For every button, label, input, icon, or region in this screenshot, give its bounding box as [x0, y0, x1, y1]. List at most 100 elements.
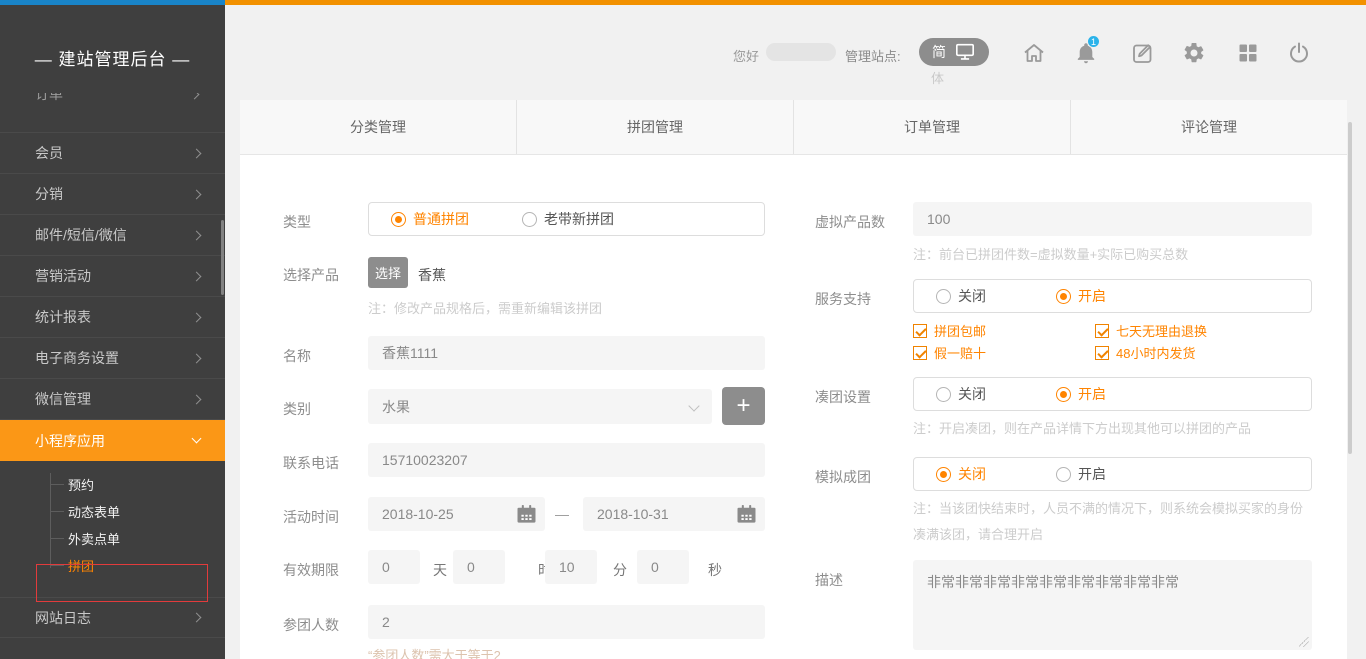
- start-date-input[interactable]: 2018-10-25: [368, 497, 545, 531]
- group-setting-note: 注：开启凑团，则在产品详情下方出现其他可以拼团的产品: [913, 418, 1251, 437]
- language-switch-pill[interactable]: 简: [919, 38, 989, 66]
- checkbox-free-shipping[interactable]: 拼团包邮: [913, 321, 986, 340]
- people-note: “参团人数”需大于等于2: [368, 645, 501, 659]
- submenu-item-booking[interactable]: 预约: [0, 471, 225, 498]
- description-label: 描述: [815, 570, 843, 590]
- simulate-radio-group: 关闭 开启: [913, 457, 1312, 491]
- simulate-radio-on[interactable]: 开启: [1056, 464, 1106, 484]
- validity-label: 有效期限: [283, 560, 339, 580]
- unit-minutes: 分: [613, 560, 627, 580]
- sidebar-item-members[interactable]: 会员: [0, 133, 225, 174]
- chevron-right-icon: [192, 230, 202, 240]
- tab-groupbuy-management[interactable]: 拼团管理: [516, 100, 793, 154]
- radio-normal-groupbuy[interactable]: 普通拼团: [391, 209, 469, 229]
- group-setting-label: 凑团设置: [815, 387, 871, 407]
- top-stripe-orange: [225, 0, 1366, 5]
- name-label: 名称: [283, 346, 311, 366]
- sidebar-item-miniprogram-apps[interactable]: 小程序应用: [0, 420, 225, 461]
- monitor-icon: [955, 43, 975, 61]
- group-radio-on[interactable]: 开启: [1056, 384, 1106, 404]
- sidebar-item-wechat-management[interactable]: 微信管理: [0, 379, 225, 420]
- validity-minutes-input[interactable]: 10: [545, 550, 597, 584]
- phone-label: 联系电话: [283, 453, 339, 473]
- service-radio-group: 关闭 开启: [913, 279, 1312, 313]
- chevron-right-icon: [192, 613, 202, 623]
- name-input[interactable]: 香蕉1111: [368, 336, 765, 370]
- calendar-icon[interactable]: [737, 505, 756, 526]
- service-radio-off[interactable]: 关闭: [936, 286, 986, 306]
- content-card: 分类管理 拼团管理 订单管理 评论管理 类型 普通拼团 老带新拼团 选择产品 选…: [240, 100, 1347, 659]
- chevron-right-icon: [192, 353, 202, 363]
- power-icon[interactable]: [1287, 41, 1311, 65]
- chevron-right-icon: [192, 394, 202, 404]
- category-select[interactable]: 水果: [368, 389, 712, 424]
- radio-unselected-icon: [936, 289, 951, 304]
- description-textarea[interactable]: 非常非常非常非常非常非常非常非常非常: [913, 560, 1312, 650]
- checkbox-checked-icon: [1095, 324, 1109, 338]
- sidebar-item-statistics[interactable]: 统计报表: [0, 297, 225, 338]
- main-scrollbar-thumb[interactable]: [1348, 122, 1352, 454]
- sidebar-item-ecommerce-settings[interactable]: 电子商务设置: [0, 338, 225, 379]
- validity-hours-input[interactable]: 0: [453, 550, 505, 584]
- greeting-text: 您好: [733, 46, 759, 65]
- sidebar-item-mail-sms-wechat[interactable]: 邮件/短信/微信: [0, 215, 225, 256]
- group-radio-off[interactable]: 关闭: [936, 384, 986, 404]
- home-icon[interactable]: [1022, 41, 1046, 65]
- checkbox-checked-icon: [1095, 346, 1109, 360]
- sidebar-item-site-log[interactable]: 网站日志: [0, 597, 225, 638]
- checkbox-fake-one-pay-ten[interactable]: 假一赔十: [913, 343, 986, 362]
- tab-comment-management[interactable]: 评论管理: [1070, 100, 1347, 154]
- checkbox-checked-icon: [913, 346, 927, 360]
- time-label: 活动时间: [283, 507, 339, 527]
- username-redacted: [766, 43, 836, 61]
- lang-sub-character: 体: [931, 68, 944, 87]
- radio-selected-icon: [391, 212, 406, 227]
- apps-grid-icon[interactable]: [1236, 41, 1260, 65]
- simulate-note: 注：当该团快结束时，人员不满的情况下，则系统会模拟买家的身份凑满该团，请合理开启: [913, 496, 1315, 548]
- notifications-bell-icon[interactable]: 1: [1074, 41, 1098, 65]
- chevron-down-icon: [688, 400, 699, 411]
- sidebar-item-marketing[interactable]: 营销活动: [0, 256, 225, 297]
- choose-product-button[interactable]: 选择: [368, 257, 408, 288]
- chevron-right-icon: [192, 312, 202, 322]
- sidebar-scrollbar-thumb[interactable]: [221, 220, 224, 295]
- service-label: 服务支持: [815, 289, 871, 309]
- add-category-button[interactable]: +: [722, 387, 765, 425]
- sidebar-item-distribution[interactable]: 分销: [0, 174, 225, 215]
- validity-days-input[interactable]: 0: [368, 550, 420, 584]
- chevron-right-icon: [192, 271, 202, 281]
- validity-seconds-input[interactable]: 0: [637, 550, 689, 584]
- sidebar-submenu: 预约 动态表单 外卖点单 拼团: [0, 461, 225, 597]
- unit-days: 天: [433, 560, 447, 580]
- submenu-tree-line: [50, 473, 51, 568]
- highlight-red-box: [36, 564, 208, 602]
- category-label: 类别: [283, 399, 311, 419]
- tab-category-management[interactable]: 分类管理: [240, 100, 516, 154]
- sidebar-item-orders-clipped[interactable]: 订单: [0, 93, 225, 133]
- tab-bar: 分类管理 拼团管理 订单管理 评论管理: [240, 100, 1347, 155]
- chevron-down-icon: [192, 434, 202, 444]
- end-date-input[interactable]: 2018-10-31: [583, 497, 765, 531]
- radio-old-new-groupbuy[interactable]: 老带新拼团: [522, 209, 614, 229]
- phone-input[interactable]: 15710023207: [368, 443, 765, 477]
- group-radio-group: 关闭 开启: [913, 377, 1312, 411]
- type-radio-group: 普通拼团 老带新拼团: [368, 202, 765, 236]
- edit-icon[interactable]: [1131, 41, 1155, 65]
- virtual-count-input[interactable]: 100: [913, 202, 1312, 236]
- calendar-icon[interactable]: [517, 505, 536, 526]
- simulate-radio-off[interactable]: 关闭: [936, 464, 986, 484]
- radio-unselected-icon: [936, 387, 951, 402]
- app-logo: — 建站管理后台 —: [0, 45, 225, 70]
- submenu-item-takeout-order[interactable]: 外卖点单: [0, 525, 225, 552]
- chevron-right-icon: [190, 93, 200, 99]
- resize-grip-icon[interactable]: [1299, 637, 1309, 647]
- tab-order-management[interactable]: 订单管理: [793, 100, 1070, 154]
- submenu-item-dynamic-form[interactable]: 动态表单: [0, 498, 225, 525]
- service-radio-on[interactable]: 开启: [1056, 286, 1106, 306]
- virtual-count-label: 虚拟产品数: [815, 212, 885, 232]
- checkbox-7day-return[interactable]: 七天无理由退换: [1095, 321, 1207, 340]
- checkbox-48h-shipping[interactable]: 48小时内发货: [1095, 343, 1195, 362]
- people-input[interactable]: 2: [368, 605, 765, 639]
- settings-gear-icon[interactable]: [1182, 41, 1206, 65]
- radio-selected-icon: [1056, 289, 1071, 304]
